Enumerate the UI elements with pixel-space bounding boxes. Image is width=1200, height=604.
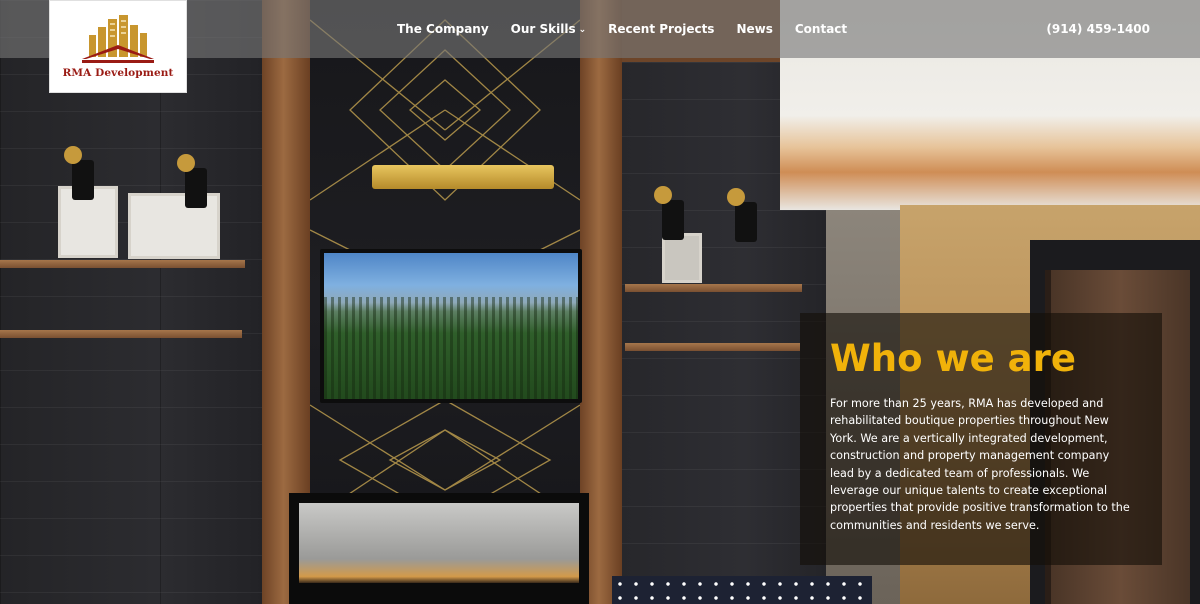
wall-sconce: [727, 188, 757, 242]
wall-sconce: [654, 186, 684, 240]
nav-label: Our Skills: [510, 22, 576, 36]
section-body-text: For more than 25 years, RMA has develope…: [830, 397, 1130, 532]
nav-label: Contact: [794, 22, 848, 36]
who-we-are-panel: Who we are For more than 25 years, RMA h…: [800, 313, 1162, 565]
section-heading: Who we are: [830, 337, 1076, 380]
nav-recent-projects[interactable]: Recent Projects: [608, 22, 714, 36]
nav-label: Recent Projects: [608, 22, 715, 36]
main-navigation: The Company Our Skills ⌄ Recent Projects…: [397, 0, 847, 58]
shelf: [625, 343, 800, 351]
site-header: RMA Development The Company Our Skills ⌄…: [0, 0, 1200, 93]
shelf: [0, 330, 242, 338]
nav-the-company[interactable]: The Company: [397, 22, 489, 36]
nav-label: News: [736, 22, 773, 36]
chevron-down-icon: ⌄: [578, 25, 587, 35]
nav-news[interactable]: News: [736, 22, 772, 36]
wall-art: [662, 233, 702, 283]
building-logo-icon: [82, 15, 154, 63]
tv-landscape-screen: [324, 253, 578, 399]
television: [320, 249, 582, 403]
phone-link[interactable]: (914) 459-1400: [1046, 0, 1150, 58]
nav-our-skills[interactable]: Our Skills ⌄: [511, 22, 587, 36]
shelf: [0, 260, 245, 268]
nav-label: The Company: [397, 22, 489, 36]
shelf: [625, 284, 802, 292]
site-logo[interactable]: RMA Development: [49, 0, 187, 93]
electric-fireplace: [289, 493, 589, 604]
brass-picture-light: [372, 165, 554, 189]
patterned-bench: [612, 576, 872, 604]
wall-sconce: [64, 146, 94, 200]
nav-contact[interactable]: Contact: [795, 22, 847, 36]
fireplace-glass: [299, 503, 579, 583]
wall-sconce: [177, 154, 207, 208]
logo-wordmark: RMA Development: [62, 67, 174, 79]
